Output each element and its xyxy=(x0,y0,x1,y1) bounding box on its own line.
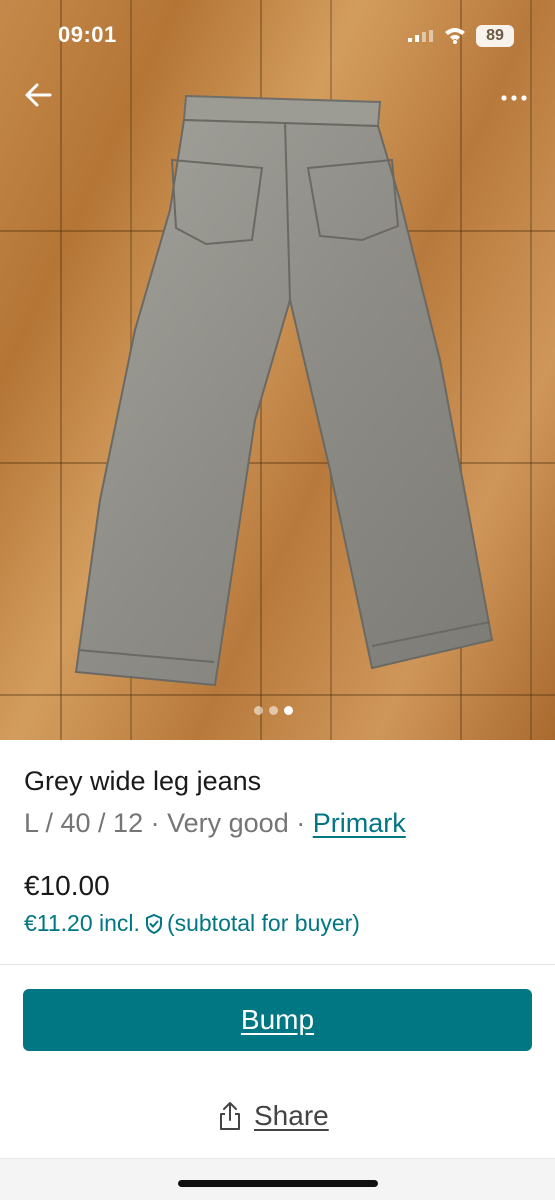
listing-price: €10.00 xyxy=(24,870,110,901)
pagination-dot[interactable] xyxy=(269,706,278,715)
home-indicator xyxy=(178,1180,378,1187)
jeans-image xyxy=(74,94,494,687)
bottom-bar xyxy=(0,1158,555,1200)
buyer-price-note: (subtotal for buyer) xyxy=(166,910,360,936)
divider xyxy=(0,964,555,965)
brand-link[interactable]: Primark xyxy=(313,808,406,838)
listing-size: L / 40 / 12 xyxy=(24,808,144,838)
back-arrow-icon[interactable] xyxy=(22,80,56,110)
share-button[interactable]: Share xyxy=(218,1096,329,1136)
share-icon xyxy=(220,1102,240,1130)
buyer-price-value: €11.20 incl. xyxy=(24,910,140,936)
shield-icon xyxy=(145,913,162,934)
battery-icon: 89 xyxy=(476,25,514,47)
pagination-dot[interactable] xyxy=(254,706,263,715)
more-options-icon[interactable] xyxy=(496,88,536,108)
listing-title: Grey wide leg jeans xyxy=(24,766,262,796)
listing-condition: Very good xyxy=(167,808,289,838)
bump-button[interactable]: Bump xyxy=(23,989,532,1051)
share-label: Share xyxy=(254,1100,329,1131)
photo-pagination xyxy=(254,706,293,716)
status-time: 09:01 xyxy=(58,22,117,47)
wifi-icon xyxy=(445,28,465,44)
signal-icon xyxy=(408,30,433,42)
listing-photo[interactable]: 09:01 89 xyxy=(0,0,555,740)
meta-separator: · xyxy=(296,808,306,838)
listing-meta: L / 40 / 12 · Very good · Primark xyxy=(24,808,406,839)
pagination-dot-active[interactable] xyxy=(284,706,293,715)
meta-separator: · xyxy=(150,808,160,838)
buyer-price[interactable]: €11.20 incl. (subtotal for buyer) xyxy=(24,910,360,937)
